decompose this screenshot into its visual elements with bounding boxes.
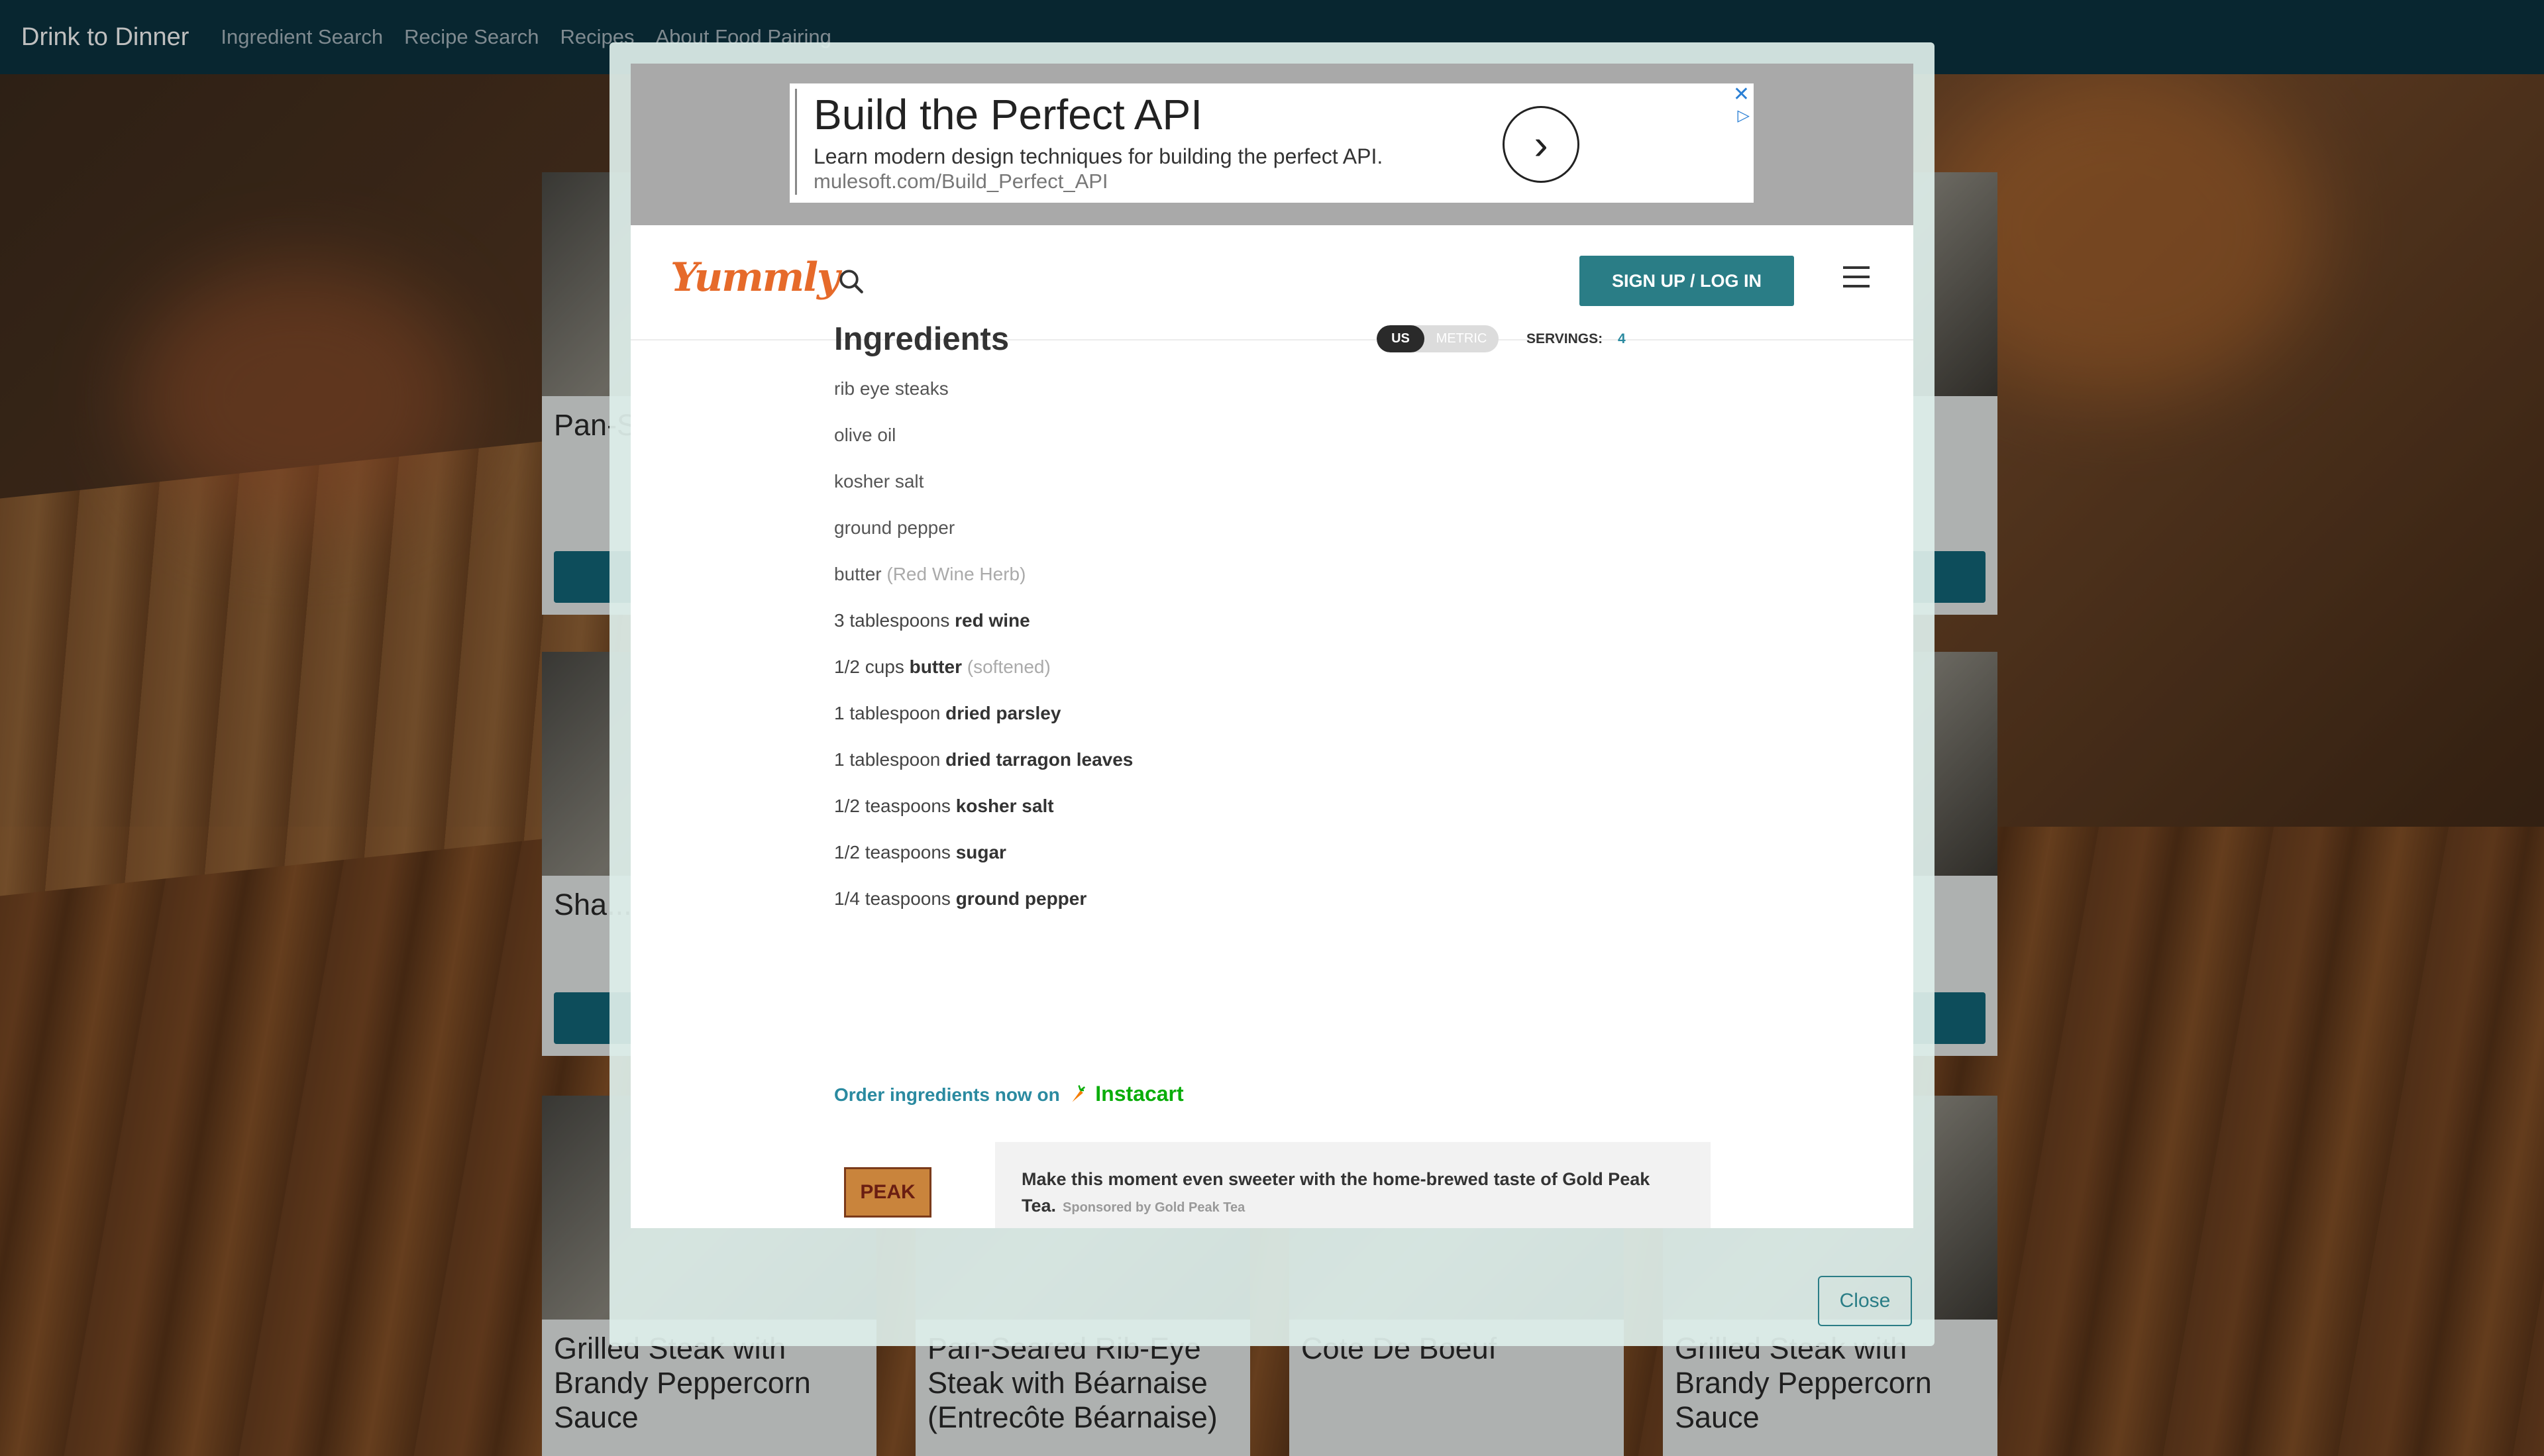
recipe-modal: Build the Perfect API Learn modern desig… [610,42,1934,1346]
search-icon[interactable] [837,268,865,295]
ingredient-item: olive oil [834,424,1133,470]
ingredient-quantity: 1 tablespoon [834,703,941,723]
servings-label: SERVINGS: [1526,331,1603,346]
unit-us[interactable]: US [1377,325,1424,352]
ingredient-quantity: 3 tablespoons [834,610,950,631]
ingredient-item: butter (Red Wine Herb) [834,563,1133,609]
ingredient-name: butter [909,656,962,677]
ingredient-note: (Red Wine Herb) [886,564,1026,584]
ad-description: Learn modern design techniques for build… [814,144,1383,168]
ingredient-name: dried tarragon leaves [945,749,1134,770]
sponsor-message: Make this moment even sweeter with the h… [1022,1166,1684,1221]
ingredient-item: ground pepper [834,517,1133,563]
ingredient-name: olive oil [834,425,896,445]
ingredient-item: 3 tablespoons red wine [834,609,1133,656]
ingredients-heading: Ingredients [834,321,1010,357]
unit-metric[interactable]: METRIC [1424,325,1499,352]
yummly-header: Yummly SIGN UP / LOG IN [631,225,1913,340]
close-icon[interactable]: ✕ [1733,85,1750,105]
order-text: Order ingredients now on [834,1084,1060,1105]
chevron-right-icon[interactable]: › [1503,106,1579,183]
sponsor-logo-area: PEAK [829,1142,995,1228]
ingredient-quantity: 1 tablespoon [834,749,941,770]
ad-banner[interactable]: Build the Perfect API Learn modern desig… [790,83,1754,203]
ingredient-item: kosher salt [834,470,1133,517]
instacart-brand[interactable]: Instacart [1095,1082,1183,1106]
ingredient-quantity: 1/4 teaspoons [834,888,951,909]
order-instacart-link[interactable]: Order ingredients now on Instacart [834,1082,1184,1106]
ad-title[interactable]: Build the Perfect API [814,90,1202,139]
carrot-icon [1072,1085,1086,1102]
ingredient-item: rib eye steaks [834,378,1133,424]
ingredient-item: 1/2 cups butter (softened) [834,656,1133,702]
ingredient-name: sugar [955,842,1006,862]
ingredient-name: ground pepper [834,517,955,538]
ingredient-item: 1/2 teaspoons kosher salt [834,795,1133,841]
ingredient-name: red wine [955,610,1030,631]
ingredient-name: butter [834,564,882,584]
gold-peak-logo: PEAK [844,1167,931,1218]
ad-banner-area: Build the Perfect API Learn modern desig… [631,64,1913,225]
sponsored-banner[interactable]: PEAK Make this moment even sweeter with … [829,1142,1711,1228]
ingredient-name: dried parsley [945,703,1061,723]
servings-value[interactable]: 4 [1618,331,1626,347]
unit-toggle[interactable]: US METRIC [1377,325,1499,352]
ingredient-item: 1/2 teaspoons sugar [834,841,1133,888]
ad-url[interactable]: mulesoft.com/Build_Perfect_API [814,170,1108,193]
ingredient-name: rib eye steaks [834,378,949,399]
ad-divider [795,89,797,195]
close-button[interactable]: Close [1818,1276,1912,1326]
yummly-embed: Build the Perfect API Learn modern desig… [631,64,1913,1228]
ingredient-quantity: 1/2 teaspoons [834,842,951,862]
ingredient-item: 1 tablespoon dried tarragon leaves [834,749,1133,795]
yummly-logo[interactable]: Yummly [670,254,840,301]
ingredient-list: rib eye steaks olive oil kosher salt gro… [834,378,1133,934]
ingredient-name: kosher salt [834,471,924,492]
sign-up-login-button[interactable]: SIGN UP / LOG IN [1579,256,1794,306]
hamburger-menu-icon[interactable] [1843,266,1870,293]
ingredient-quantity: 1/2 teaspoons [834,796,951,816]
sponsor-attribution: Sponsored by Gold Peak Tea [1063,1200,1246,1215]
ingredient-quantity: 1/2 cups [834,656,904,677]
ad-choices-icon[interactable]: ▷ [1738,106,1750,125]
ingredient-note: (softened) [967,656,1051,677]
ingredient-name: ground pepper [955,888,1087,909]
ingredient-item: 1 tablespoon dried parsley [834,702,1133,749]
ingredient-name: kosher salt [955,796,1054,816]
ingredient-item: 1/4 teaspoons ground pepper [834,888,1133,934]
